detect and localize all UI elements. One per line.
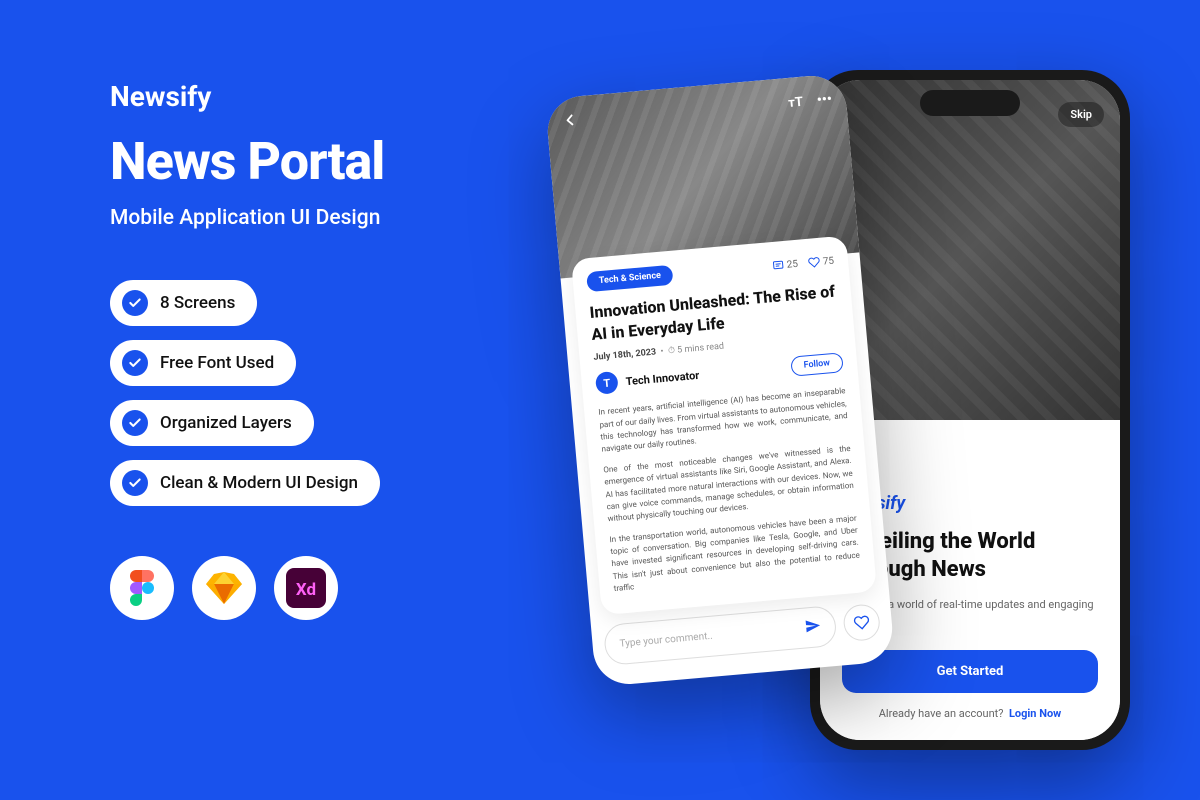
feature-list: 8 Screens Free Font Used Organized Layer… [110,280,530,506]
favorite-button[interactable] [842,603,881,642]
login-link[interactable]: Login Now [1009,707,1061,720]
skip-button[interactable]: Skip [1058,102,1104,127]
tool-icons: Xd [110,556,530,620]
back-icon[interactable] [560,110,580,133]
login-prompt: Already have an account? Login Now [842,707,1098,720]
page-subtitle: Mobile Application UI Design [110,206,530,230]
check-icon [122,350,148,376]
author-name[interactable]: Tech Innovator [625,369,700,388]
check-icon [122,470,148,496]
comments-icon[interactable]: 25 [771,258,798,272]
comment-input[interactable]: Type your comment.. [603,605,838,666]
send-icon[interactable] [804,617,822,637]
author-avatar[interactable]: T [595,371,619,395]
svg-text:Xd: Xd [296,580,316,600]
feature-pill: Organized Layers [110,400,314,446]
more-icon[interactable]: ••• [816,91,832,108]
text-size-icon[interactable]: тT [788,94,804,110]
feature-pill: 8 Screens [110,280,257,326]
feature-pill: Free Font Used [110,340,296,386]
phone-article: тT ••• Tech & Science 25 75 Innovation U… [545,73,895,687]
get-started-button[interactable]: Get Started [842,650,1098,693]
follow-button[interactable]: Follow [790,352,844,376]
figma-icon [110,556,174,620]
article-paragraph: One of the most noticeable changes we've… [603,443,855,526]
xd-icon: Xd [274,556,338,620]
likes-icon[interactable]: 75 [807,255,834,269]
check-icon [122,410,148,436]
brand-logo: Newsify [110,80,530,113]
article-paragraph: In the transportation world, autonomous … [609,512,861,595]
phone-notch [920,90,1020,116]
page-title: News Portal [110,131,530,192]
category-tag[interactable]: Tech & Science [586,265,674,292]
feature-pill: Clean & Modern UI Design [110,460,380,506]
sketch-icon [192,556,256,620]
check-icon [122,290,148,316]
